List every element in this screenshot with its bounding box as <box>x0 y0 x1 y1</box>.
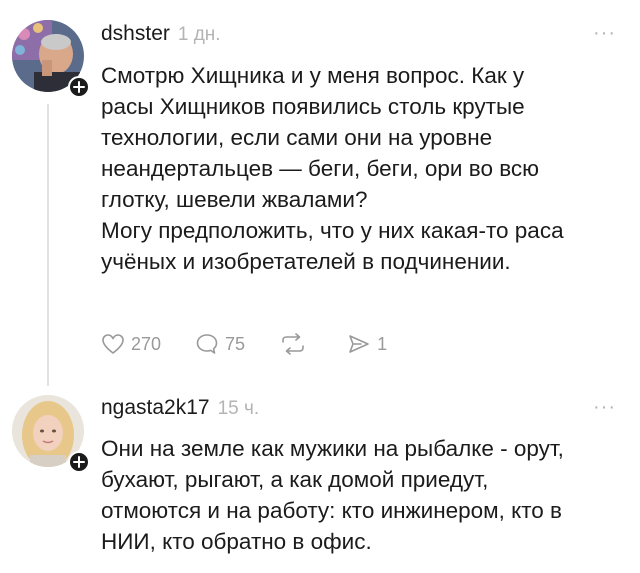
share-count: 1 <box>377 333 388 354</box>
comment-header: dshster 1 дн. <box>101 22 221 46</box>
comment-line: Могу предположить, что у них какая-то ра… <box>101 218 564 243</box>
more-options-icon[interactable]: ··· <box>593 22 616 45</box>
reply-button[interactable]: 75 <box>195 333 245 355</box>
comment-text: Они на земле как мужики на рыбалке - ору… <box>101 433 631 557</box>
more-options-icon[interactable]: ··· <box>593 396 616 419</box>
comment-header: ngasta2k17 15 ч. <box>101 396 259 420</box>
comment-time: 15 ч. <box>217 398 260 419</box>
author-name[interactable]: dshster <box>101 22 170 46</box>
repost-icon <box>282 333 304 355</box>
comment-bubble-icon <box>196 334 218 354</box>
comment-time: 1 дн. <box>177 24 221 45</box>
author-name[interactable]: ngasta2k17 <box>101 396 210 420</box>
comment-line: учёных и изобретателей в подчинении. <box>101 249 511 274</box>
like-button[interactable]: 270 <box>101 333 161 355</box>
comment-line: технологии, если сами они на уровне <box>101 125 493 150</box>
comment-line: отмоются и на работу: кто инжинером, кто… <box>101 498 563 523</box>
avatar-ngasta2k17-wrap[interactable] <box>12 395 90 473</box>
avatar-dshster-wrap[interactable] <box>12 20 90 98</box>
reply-count: 75 <box>225 333 246 354</box>
send-icon <box>349 335 369 353</box>
thread-line <box>47 104 49 386</box>
share-button[interactable]: 1 <box>347 333 387 355</box>
comment-line: НИИ, кто обратно в офис. <box>101 529 372 554</box>
comment-line: расы Хищников появились столь крутые <box>101 94 525 119</box>
comment-line: бухают, рыгают, а как домой приедут, <box>101 467 489 492</box>
comment-line: Смотрю Хищника и у меня вопрос. Как у <box>101 63 525 88</box>
subscribe-plus-icon[interactable] <box>68 76 90 98</box>
comment-line: глотку, шевели жвалами? <box>101 187 368 212</box>
comment-text: Смотрю Хищника и у меня вопрос. Как у ра… <box>101 60 631 277</box>
repost-button[interactable] <box>279 333 307 355</box>
comment-actions: 270 75 1 <box>101 333 421 355</box>
comment-line: неандертальцев — беги, беги, ори во всю <box>101 156 540 181</box>
comment-line: Они на земле как мужики на рыбалке - ору… <box>101 436 564 461</box>
like-count: 270 <box>131 333 162 354</box>
subscribe-plus-icon[interactable] <box>68 451 90 473</box>
heart-icon <box>102 334 124 354</box>
